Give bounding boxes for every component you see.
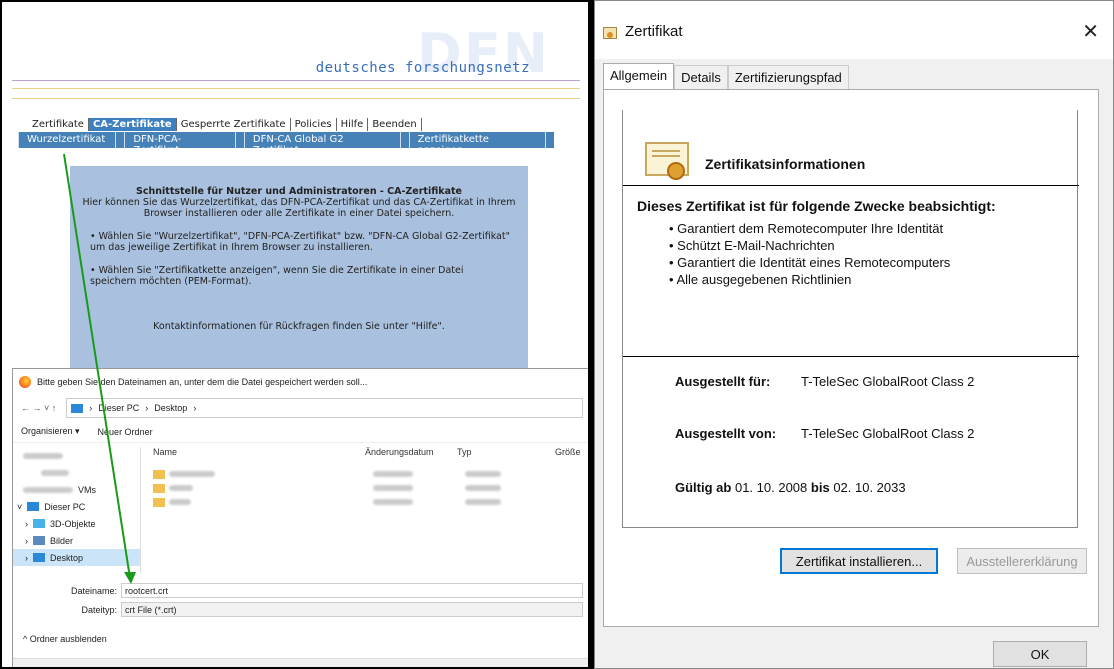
certificate-info-heading: Zertifikatsinformationen [705,156,866,172]
dfn-website-panel: DFN deutsches forschungsnetz Zertifikate… [0,0,590,669]
info-bullet: • Wählen Sie "Zertifikatkette anzeigen",… [90,265,464,287]
nav-gesperrte-zertifikate[interactable]: Gesperrte Zertifikate [177,118,291,131]
col-type[interactable]: Typ [457,447,555,461]
purpose-heading: Dieses Zertifikat ist für folgende Zweck… [637,198,996,214]
tree-item-vms[interactable]: VMs [13,481,140,498]
horizontal-scrollbar[interactable] [13,658,588,667]
firefox-icon [19,376,31,388]
valid-from-label: Gültig ab [675,480,732,495]
window-title: Zertifikat [625,23,683,40]
filetype-row: Dateityp: crt File (*.crt) [13,601,588,618]
subnav-wurzelzertifikat[interactable]: Wurzelzertifikat [18,132,117,148]
valid-from-value: 01. 10. 2008 [734,480,808,495]
divider [12,88,580,89]
divider [12,98,580,99]
breadcrumb-this-pc[interactable]: Dieser PC [98,403,139,413]
tree-item-3d[interactable]: › 3D-Objekte [13,515,140,532]
info-bullet: • Wählen Sie "Wurzelzertifikat", "DFN-PC… [90,231,510,253]
window-title-bar: Zertifikat ✕ [595,1,1113,59]
valid-to-label: bis [810,480,830,495]
sub-nav: Wurzelzertifikat DFN-PCA-Zertifikat DFN-… [18,132,554,156]
subnav-zertifikatkette[interactable]: Zertifikatkette anzeigen [408,132,546,156]
organize-button[interactable]: Organisieren ▾ [21,426,80,437]
tab-allgemein[interactable]: Allgemein [603,63,675,91]
file-row[interactable] [153,495,501,509]
dialog-toolbar: Organisieren ▾ Neuer Ordner [13,421,588,443]
purpose-item: • Garantiert die Identität eines Remotec… [669,255,951,270]
nav-ca-zertifikate[interactable]: CA-Zertifikate [88,118,177,131]
breadcrumb-desktop[interactable]: Desktop [154,403,187,413]
certificate-icon [645,142,689,180]
divider [623,356,1079,357]
contact-text: Kontaktinformationen für Rückfragen find… [153,321,445,332]
top-nav: Zertifikate CA-Zertifikate Gesperrte Zer… [28,118,422,131]
address-bar[interactable]: › Dieser PC › Desktop › [66,398,583,418]
tree-item-bilder[interactable]: › Bilder [13,532,140,549]
cube-icon [33,519,45,528]
nav-arrows-icon[interactable]: ← → ˅ ↑ [21,403,56,413]
certificate-icon [603,27,617,39]
nav-hilfe[interactable]: Hilfe [337,118,369,131]
filename-input[interactable]: rootcert.crt [121,583,583,598]
issued-by-row: Ausgestellt von: T-TeleSec GlobalRoot Cla… [675,426,974,441]
picture-icon [33,536,45,545]
tree-item[interactable] [13,464,140,481]
tab-bar: Allgemein Details Zertifizierungspfad [603,63,849,91]
dialog-title: Bitte geben Sie den Dateinamen an, unter… [37,377,368,387]
tree-item-desktop[interactable]: › Desktop [13,549,140,566]
filetype-select[interactable]: crt File (*.crt) [121,602,583,617]
filetype-label: Dateityp: [81,604,117,615]
issuer-statement-button[interactable]: Ausstellererklärung [957,548,1087,574]
tree-item-this-pc[interactable]: ˅ Dieser PC [13,498,140,515]
purpose-item: • Alle ausgegebenen Richtlinien [669,272,852,287]
info-box: Schnittstelle für Nutzer und Administrat… [70,166,528,376]
file-row[interactable] [153,467,501,481]
purpose-item: • Garantiert dem Remotecomputer Ihre Ide… [669,221,944,236]
filename-label: Dateiname: [70,585,117,596]
col-date[interactable]: Änderungsdatum [365,447,457,461]
install-certificate-button[interactable]: Zertifikat installieren... [780,548,938,574]
divider [623,185,1079,186]
col-name[interactable]: Name [153,447,365,461]
subnav-dfn-pca[interactable]: DFN-PCA-Zertifikat [124,132,236,156]
certificate-window: Zertifikat ✕ Allgemein Details Zertifizi… [594,0,1114,669]
hide-folders-toggle[interactable]: ^ Ordner ausblenden [23,634,107,644]
purpose-list: • Garantiert dem Remotecomputer Ihre Ide… [669,220,950,288]
desktop-icon [33,553,45,562]
nav-policies[interactable]: Policies [291,118,337,131]
new-folder-button[interactable]: Neuer Ordner [98,427,153,437]
purpose-item: • Schützt E-Mail-Nachrichten [669,238,835,253]
info-text: Hier können Sie das Wurzelzertifikat, da… [82,197,516,219]
nav-beenden[interactable]: Beenden [368,118,422,131]
issued-to-row: Ausgestellt für: T-TeleSec GlobalRoot Cla… [675,374,974,389]
save-file-dialog: Bitte geben Sie den Dateinamen an, unter… [12,368,588,667]
filename-row: Dateiname: rootcert.crt [13,582,588,599]
computer-icon [71,403,84,413]
divider [12,80,580,81]
address-row: ← → ˅ ↑ › Dieser PC › Desktop › [13,395,588,421]
validity-row: Gültig ab 01. 10. 2008 bis 02. 10. 2033 [675,480,906,495]
dialog-title-bar: Bitte geben Sie den Dateinamen an, unter… [13,369,588,395]
close-icon[interactable]: ✕ [1082,19,1099,44]
issued-by-label: Ausgestellt von: [675,426,777,441]
file-list-header: Name Änderungsdatum Typ Größe [153,447,588,461]
info-title: Schnittstelle für Nutzer und Administrat… [136,186,462,197]
general-tab-panel: Zertifikatsinformationen Dieses Zertifik… [603,89,1099,627]
issued-to-value: T-TeleSec GlobalRoot Class 2 [801,374,975,389]
tab-details[interactable]: Details [674,65,728,89]
dfn-brand-text: deutsches forschungsnetz [315,60,530,76]
tree-item[interactable] [13,447,140,464]
nav-zertifikate[interactable]: Zertifikate [28,118,89,131]
ok-button[interactable]: OK [993,641,1087,667]
issued-by-value: T-TeleSec GlobalRoot Class 2 [801,426,975,441]
tab-zertifizierungspfad[interactable]: Zertifizierungspfad [727,65,849,89]
issued-to-label: Ausgestellt für: [675,374,771,389]
file-row[interactable] [153,481,501,495]
computer-icon [27,502,40,511]
subnav-dfn-ca-global-g2[interactable]: DFN-CA Global G2 Zertifikat [243,132,401,156]
valid-to-value: 02. 10. 2033 [833,480,906,495]
folder-tree: VMs ˅ Dieser PC › 3D-Objekte › Bilder › Desk… [13,447,141,573]
col-size[interactable]: Größe [555,447,581,461]
certificate-info-frame: Zertifikatsinformationen Dieses Zertifik… [622,110,1079,528]
